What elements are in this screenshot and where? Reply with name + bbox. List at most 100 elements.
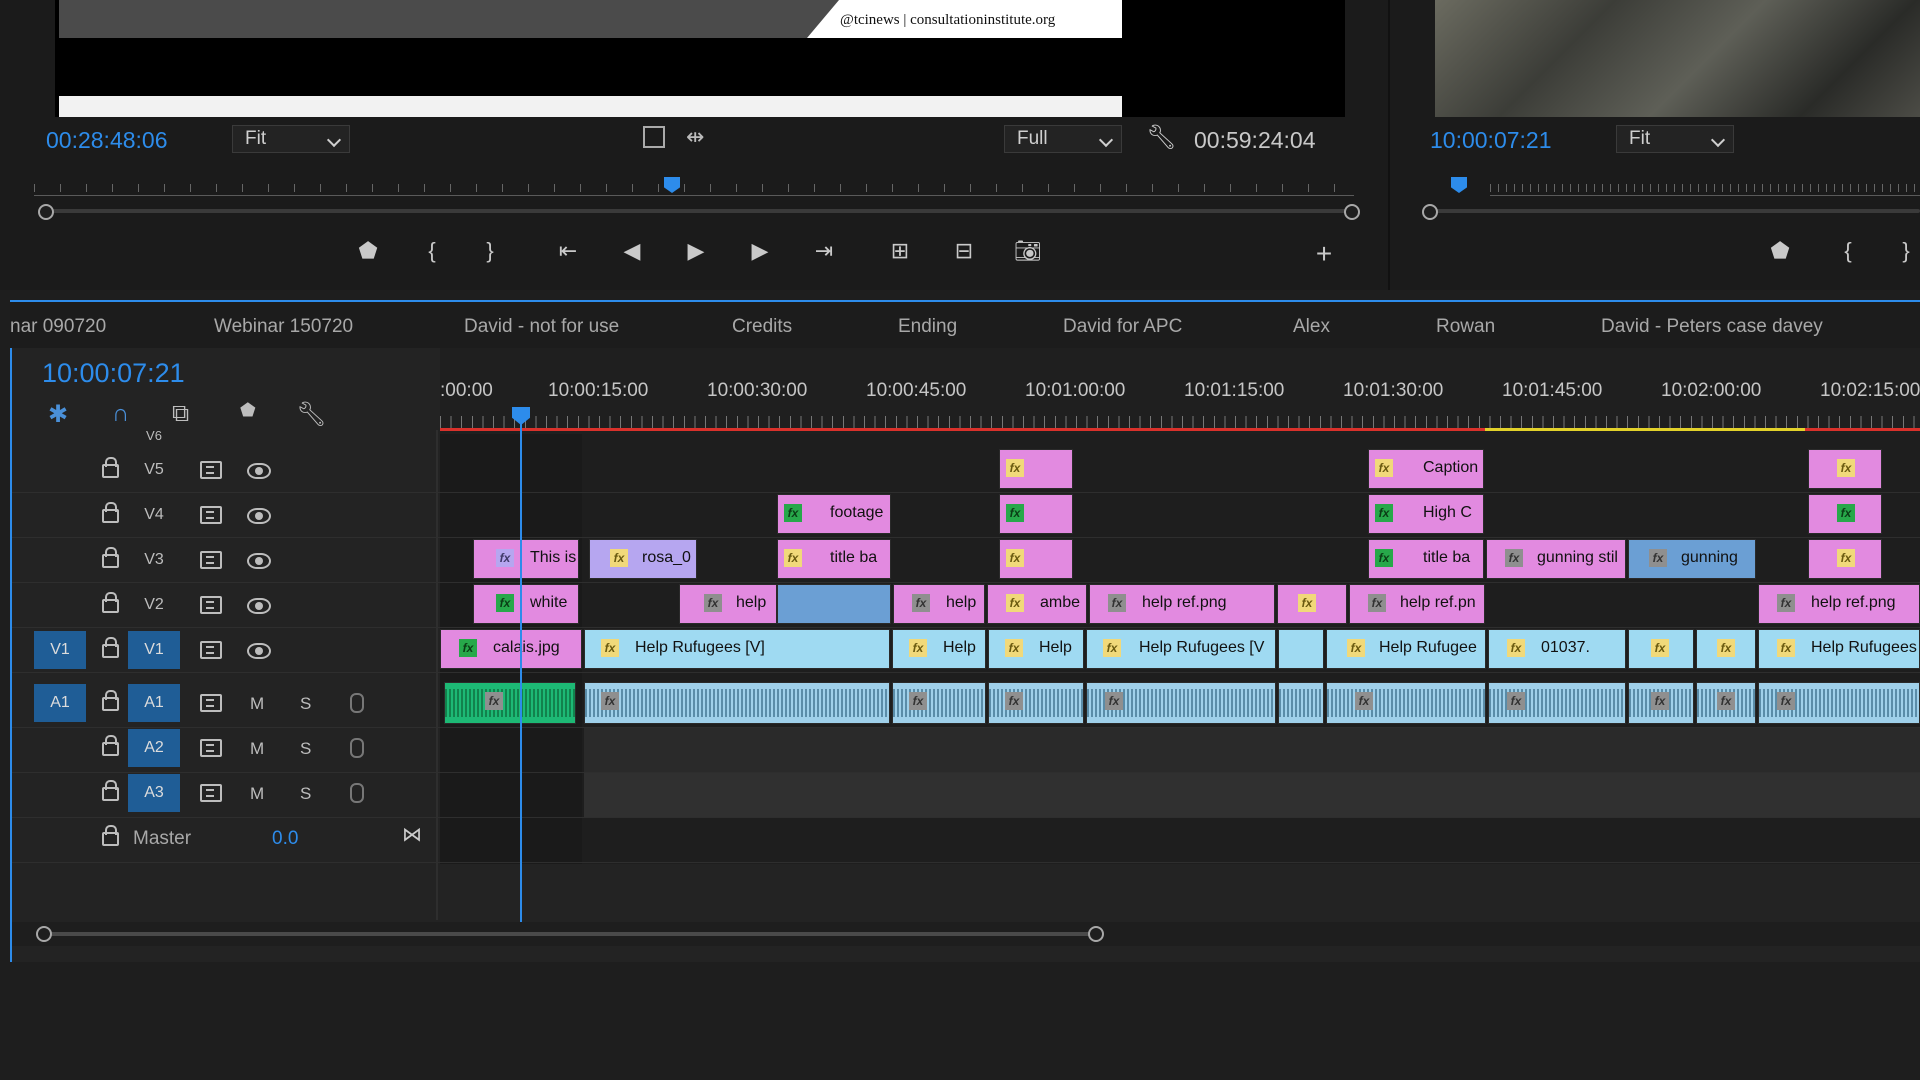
track-a2-label[interactable]: A2 [128, 729, 180, 767]
source-resolution-select[interactable]: Full [1004, 125, 1122, 153]
clip[interactable] [1278, 629, 1324, 669]
tab-sequence-0[interactable]: nar 090720 [10, 316, 106, 338]
lock-icon[interactable] [102, 457, 119, 478]
track-v6-label[interactable]: V6 [128, 426, 180, 446]
track-v5-label[interactable]: V5 [128, 451, 180, 489]
tab-sequence-6[interactable]: Alex [1293, 316, 1330, 338]
mark-out-icon[interactable]: } [472, 238, 508, 264]
clip[interactable]: fx [999, 449, 1073, 489]
eye-icon[interactable] [247, 553, 271, 569]
audio-clip[interactable]: fx [1696, 682, 1756, 724]
clip[interactable]: fx help ref.png [1089, 584, 1275, 624]
go-to-out-icon[interactable]: ⇥ [806, 238, 842, 264]
clip[interactable]: fx 01037. [1488, 629, 1626, 669]
timeline-scroll-right-handle[interactable] [1088, 926, 1104, 942]
clip[interactable]: fx help ref.png [1758, 584, 1920, 624]
eye-icon[interactable] [247, 598, 271, 614]
clip[interactable]: fx Caption [1368, 449, 1484, 489]
track-a3-label[interactable]: A3 [128, 774, 180, 812]
clip[interactable]: fx ambe [987, 584, 1087, 624]
go-to-edge-icon[interactable]: ⋈ [402, 822, 422, 847]
audio-clip[interactable]: fx [1758, 682, 1920, 724]
linked-selection-icon[interactable]: ⧉ [172, 400, 189, 428]
timeline-scroll-thumb[interactable] [44, 932, 1100, 936]
track-v4-label[interactable]: V4 [128, 496, 180, 534]
clip[interactable]: fx rosa_0 [589, 539, 697, 579]
add-button-icon[interactable]: + [1306, 238, 1342, 270]
clip[interactable]: fx gunning stil [1486, 539, 1626, 579]
audio-clip[interactable]: fx [1086, 682, 1276, 724]
master-volume-value[interactable]: 0.0 [272, 828, 298, 850]
clip[interactable]: fx This is [473, 539, 579, 579]
clip[interactable] [777, 584, 891, 624]
program-mark-in-icon[interactable]: { [1830, 238, 1866, 264]
solo-button[interactable]: S [300, 739, 311, 759]
export-frame-icon[interactable]: 📷︎ [1010, 238, 1046, 264]
track-a1-label[interactable]: A1 [128, 684, 180, 722]
program-zoom-scrollbar[interactable] [1432, 209, 1920, 213]
mute-button[interactable]: M [250, 694, 264, 714]
program-timecode[interactable]: 10:00:07:21 [1430, 127, 1552, 154]
clip[interactable]: fx High C [1368, 494, 1484, 534]
tab-sequence-2[interactable]: David - not for use [464, 316, 619, 338]
safe-margins-icon[interactable] [643, 126, 665, 148]
overwrite-icon[interactable]: ⊟ [946, 238, 982, 264]
tab-sequence-1[interactable]: Webinar 150720 [214, 316, 353, 338]
program-time-ruler[interactable] [1416, 178, 1920, 198]
audio-clip[interactable]: fx [892, 682, 986, 724]
lock-icon[interactable] [102, 547, 119, 568]
timeline-time-ruler[interactable]: :00:00 10:00:15:00 10:00:30:00 10:00:45:… [440, 348, 1920, 434]
insert-icon[interactable]: ⊞ [882, 238, 918, 264]
program-zoom-select[interactable]: Fit [1616, 125, 1734, 153]
audio-clip[interactable]: fx [988, 682, 1084, 724]
track-a3-lane[interactable] [584, 773, 1920, 817]
sync-lock-icon[interactable] [200, 596, 222, 614]
lock-icon[interactable] [102, 825, 119, 846]
timeline-scroll-left-handle[interactable] [36, 926, 52, 942]
clip[interactable]: fx title ba [1368, 539, 1484, 579]
timeline-horizontal-scrollbar[interactable] [12, 922, 1920, 946]
tab-sequence-5[interactable]: David for APC [1063, 316, 1182, 338]
clip[interactable]: fx help [893, 584, 985, 624]
step-forward-icon[interactable]: ▶︎ [742, 238, 778, 264]
clip[interactable]: fx help [679, 584, 777, 624]
clip[interactable]: fx [1808, 494, 1882, 534]
sync-lock-icon[interactable] [200, 694, 222, 712]
program-scroll-left-handle[interactable] [1422, 204, 1438, 220]
clip[interactable]: fx Help Rufugee [1326, 629, 1486, 669]
audio-clip[interactable]: fx [444, 682, 576, 724]
sync-lock-icon[interactable] [200, 551, 222, 569]
add-marker-icon[interactable]: ⬟ [240, 400, 256, 421]
tab-sequence-8[interactable]: David - Peters case davey [1601, 316, 1823, 338]
source-scroll-right-handle[interactable] [1344, 204, 1360, 220]
solo-button[interactable]: S [300, 784, 311, 804]
mark-in-icon[interactable]: { [414, 238, 450, 264]
sync-lock-icon[interactable] [200, 506, 222, 524]
sync-lock-icon[interactable] [200, 641, 222, 659]
program-mark-out-icon[interactable]: } [1888, 238, 1920, 264]
track-a2-lane[interactable] [584, 728, 1920, 772]
clip[interactable]: fx [1808, 539, 1882, 579]
clip[interactable]: fx [1628, 629, 1694, 669]
nest-sequence-icon[interactable]: ✱ [48, 400, 68, 429]
play-icon[interactable]: ▶︎ [678, 238, 714, 264]
source-zoom-select[interactable]: Fit [232, 125, 350, 153]
tab-sequence-4[interactable]: Ending [898, 316, 957, 338]
sync-lock-icon[interactable] [200, 461, 222, 479]
clip[interactable]: fx Help [988, 629, 1084, 669]
audio-clip[interactable]: fx [584, 682, 890, 724]
wrench-icon[interactable]: 🔧︎ [1146, 123, 1176, 152]
clip[interactable]: fx Help [892, 629, 986, 669]
source-timecode[interactable]: 00:28:48:06 [46, 127, 168, 154]
audio-clip[interactable] [1278, 682, 1324, 724]
eye-icon[interactable] [247, 463, 271, 479]
clip[interactable]: fx [999, 494, 1073, 534]
snap-magnet-icon[interactable]: ∩ [112, 400, 129, 428]
clip[interactable]: fx [999, 539, 1073, 579]
go-to-in-icon[interactable]: ⇤ [550, 238, 586, 264]
lock-icon[interactable] [102, 690, 119, 711]
program-video-frame[interactable] [1435, 0, 1920, 117]
microphone-icon[interactable] [350, 783, 364, 803]
audio-clip[interactable]: fx [1326, 682, 1486, 724]
eye-icon[interactable] [247, 643, 271, 659]
